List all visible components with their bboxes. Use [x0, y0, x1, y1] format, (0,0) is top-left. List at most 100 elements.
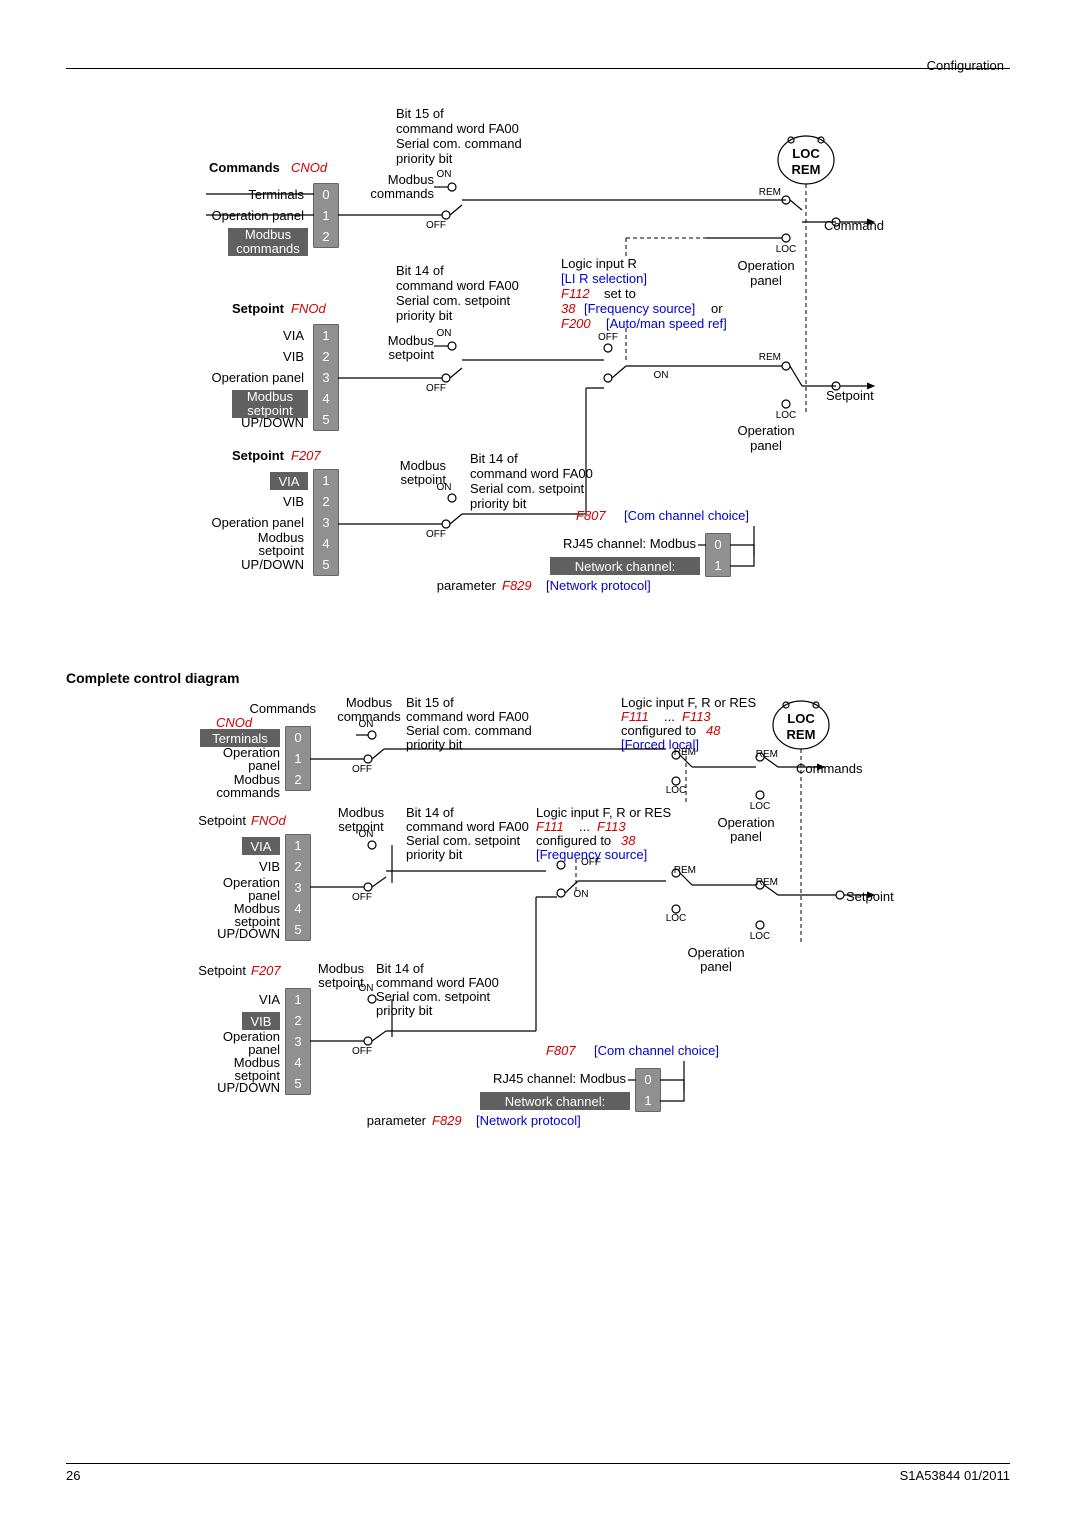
d2-b14b-4: priority bit: [376, 1003, 433, 1018]
d2-b14b-2: command word FA00: [376, 975, 499, 990]
d1-set-v2: 3: [322, 370, 329, 385]
d1-set-i4: UP/DOWN: [241, 415, 304, 430]
d2-oppanel-2b: panel: [700, 959, 732, 974]
d2-b14b-3: Serial com. setpoint: [376, 989, 491, 1004]
d2-bit15-3: Serial com. command: [406, 723, 532, 738]
d2-bit15-2: command word FA00: [406, 709, 529, 724]
d2-off-2: OFF: [352, 892, 372, 903]
d1-logicR-l1: Logic input R: [561, 256, 637, 271]
d2-set2-i4: UP/DOWN: [217, 1080, 280, 1095]
d1-modcmds-t2: commands: [370, 186, 434, 201]
d1-set2-lbl: Setpoint: [232, 448, 285, 463]
d2-oppanel-2a: Operation: [687, 945, 744, 960]
d1-bit14b-l4: priority bit: [470, 496, 527, 511]
d1-loc-1: LOC: [776, 244, 797, 255]
d1-loc-2: LOC: [776, 410, 797, 421]
d2-loc-2: LOC: [666, 913, 687, 924]
d2-set2-v0: 1: [294, 992, 301, 1007]
d1-set-lbl: Setpoint: [232, 301, 285, 316]
d2-cmd-lbl: Commands: [250, 701, 317, 716]
d2-netprot: [Network protocol]: [476, 1113, 581, 1128]
d1-oppanel-2a: Operation: [737, 423, 794, 438]
d1-modset2-t1: Modbus: [400, 458, 447, 473]
d2-set-i1: VIB: [259, 859, 280, 874]
d2-oppanel-1a: Operation: [717, 815, 774, 830]
d1-off-2: OFF: [426, 383, 446, 394]
d2-rj45-v: 0: [644, 1072, 651, 1087]
d1-set-i0: VIA: [283, 328, 304, 343]
d2-cmd-v1: 1: [294, 751, 301, 766]
d2-off-sw: OFF: [581, 857, 601, 868]
d2-set2-i1: VIB: [251, 1014, 272, 1029]
d1-oppanel-2b: panel: [750, 438, 782, 453]
d1-rem-1: REM: [759, 187, 781, 198]
d1-set-code: FNOd: [291, 301, 326, 316]
d1-set-modbus-1: Modbus: [247, 389, 294, 404]
d2-netch: Network channel:: [505, 1094, 605, 1109]
d2-rj45: RJ45 channel: Modbus: [493, 1071, 626, 1086]
d1-net-v: 1: [714, 558, 721, 573]
d1-set2-i0: VIA: [279, 474, 300, 489]
d2-off-3: OFF: [352, 1046, 372, 1057]
d2-bit15-1: Bit 15 of: [406, 695, 454, 710]
d2-loc-1b: LOC: [750, 801, 771, 812]
d2-lt-2b: ...: [664, 709, 675, 724]
d2-param: parameter: [367, 1113, 427, 1128]
d2-set2-v4: 5: [294, 1076, 301, 1091]
d1-set2-v4: 5: [322, 557, 329, 572]
d2-lm-2b: ...: [579, 819, 590, 834]
footer: 26 S1A53844 01/2011: [66, 1463, 1010, 1483]
d1-off-mid: OFF: [598, 332, 618, 343]
d1-modset-t2: setpoint: [388, 347, 434, 362]
d1-set-v1: 2: [322, 349, 329, 364]
diagram-2: Commands CNOd Modbus commands Bit 15 of …: [66, 695, 1026, 1228]
d2-off-1: OFF: [352, 764, 372, 775]
d1-param: parameter: [437, 578, 497, 593]
doc-id: S1A53844 01/2011: [900, 1468, 1010, 1483]
d2-locrem-badge: LOC REM: [773, 701, 829, 749]
d2-b14a-1: Bit 14 of: [406, 805, 454, 820]
d2-lt-2a: F111: [621, 709, 649, 724]
d1-cmd-modbus-l1: Modbus: [245, 227, 292, 242]
d1-set2-i4: UP/DOWN: [241, 557, 304, 572]
d2-out-cmds: Commands: [796, 761, 863, 776]
d2-lt-2c: F113: [682, 709, 711, 724]
d2-out-setpoint: Setpoint: [846, 889, 894, 904]
d2-lt-1: Logic input F, R or RES: [621, 695, 756, 710]
d2-rem-2: REM: [674, 865, 696, 876]
d2-locrem-loc: LOC: [787, 711, 815, 726]
d1-set-i2: Operation panel: [211, 370, 304, 385]
d2-f829: F829: [432, 1113, 462, 1128]
d2-set-i4: UP/DOWN: [217, 926, 280, 941]
d2-lt-3a: configured to: [621, 723, 696, 738]
locrem-rem: REM: [792, 162, 821, 177]
d1-cmd-label: Commands: [209, 160, 280, 175]
d1-rj45: RJ45 channel: Modbus: [563, 536, 696, 551]
d1-off-3: OFF: [426, 529, 446, 540]
d2-rem-1: REM: [674, 747, 696, 758]
locrem-loc: LOC: [792, 146, 820, 161]
d1-bit14b-l1: Bit 14 of: [470, 451, 518, 466]
d1-logicR-l3a: F112: [561, 286, 590, 301]
d1-cmd-v2: 2: [322, 229, 329, 244]
d2-f807-code: F807: [546, 1043, 576, 1058]
d1-set2-modbus-2: setpoint: [258, 543, 304, 558]
d2-net-v: 1: [644, 1093, 651, 1108]
d1-set-v3: 4: [322, 391, 329, 406]
d2-bit15-4: priority bit: [406, 737, 463, 752]
d2-modcmds-1: Modbus: [346, 695, 393, 710]
d1-cmd-v0: 0: [322, 187, 329, 202]
d1-set-v0: 1: [322, 328, 329, 343]
d2-set2-v2: 3: [294, 1034, 301, 1049]
d1-logicR-l4b: [Frequency source]: [584, 301, 695, 316]
d1-on-2: ON: [437, 328, 452, 339]
d1-set2-v0: 1: [322, 473, 329, 488]
d1-f807-code: F807: [576, 508, 606, 523]
d2-lm-3b: 38: [621, 833, 636, 848]
d1-oppanel-1b: panel: [750, 273, 782, 288]
d2-set-v2: 3: [294, 880, 301, 895]
d2-f807-txt: [Com channel choice]: [594, 1043, 719, 1058]
d2-lm-2c: F113: [597, 819, 626, 834]
top-rule: [66, 68, 1010, 69]
d1-bit15-l4: priority bit: [396, 151, 453, 166]
